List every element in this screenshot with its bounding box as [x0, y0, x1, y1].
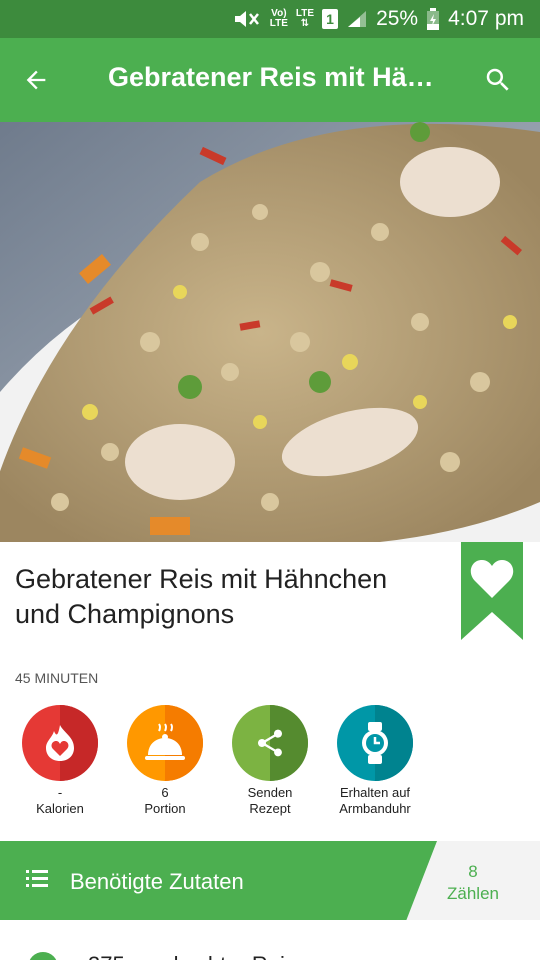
portion-label: Portion: [144, 801, 186, 816]
watch-circle[interactable]: [337, 705, 413, 781]
signal-icon: [346, 9, 368, 29]
flame-heart-icon: [46, 725, 74, 761]
recipe-time: 45 MINUTEN: [15, 670, 99, 686]
watch-value: Erhalten auf: [339, 785, 411, 800]
ingredients-label: Benötigte Zutaten: [70, 869, 244, 894]
action-row: - Kalorien 6 Portion Senden Rezept Erhal…: [0, 705, 540, 825]
search-icon: [486, 68, 509, 91]
status-bar: Vo) LTE LTE ⇅ 1 25% 4:07 pm: [0, 0, 540, 38]
lte-arrows: ⇅: [300, 18, 310, 29]
calories-action[interactable]: - Kalorien: [5, 705, 115, 817]
ingredients-count-label: Zählen: [447, 884, 499, 903]
watch-action[interactable]: Erhalten auf Armbanduhr: [320, 705, 430, 817]
portion-circle[interactable]: [127, 705, 203, 781]
calories-label: Kalorien: [36, 801, 84, 816]
ingredient-text: 375 g gekochter Reis: [88, 952, 296, 960]
calories-value: -: [57, 785, 63, 800]
lte-icon: LTE ⇅: [296, 9, 314, 29]
ingredient-bullet-icon: [28, 952, 58, 960]
sim-slot: 1: [322, 9, 339, 29]
ingredients-count-value: 8: [468, 862, 478, 881]
battery-percent: 25%: [376, 7, 419, 30]
recipe-title: Gebratener Reis mit Hähnchen und Champig…: [15, 564, 388, 629]
clock: 4:07 pm: [448, 7, 524, 30]
share-label: Rezept: [249, 801, 291, 816]
portion-value: 6: [161, 785, 169, 800]
cloche-icon: [145, 723, 185, 760]
arrow-back-icon: [26, 70, 46, 90]
volte-icon: Vo) LTE: [270, 9, 288, 29]
status-icons: Vo) LTE LTE ⇅ 1 25% 4:07 pm: [232, 0, 524, 38]
app-bar: Gebratener Reis mit Hähnchen und Champig…: [0, 38, 540, 122]
recipe-image: [0, 122, 540, 542]
search-button[interactable]: [476, 58, 520, 102]
list-icon: [26, 870, 48, 887]
share-action[interactable]: Senden Rezept: [215, 705, 325, 817]
share-circle[interactable]: [232, 705, 308, 781]
back-button[interactable]: [14, 58, 58, 102]
watch-label: Armbanduhr: [339, 801, 411, 816]
page-title: Gebratener Reis mit Hähnchen und Champig…: [108, 62, 448, 92]
ingredient-item[interactable]: 375 g gekochter Reis: [0, 920, 540, 960]
favorite-button[interactable]: [461, 542, 523, 640]
sim-icon: 1: [322, 9, 339, 29]
share-value: Senden: [247, 785, 293, 800]
battery-icon: [426, 8, 440, 30]
mute-icon: [232, 8, 262, 30]
portion-action[interactable]: 6 Portion: [110, 705, 220, 817]
watch-icon: [362, 722, 388, 764]
ingredients-header[interactable]: Benötigte Zutaten 8 Zählen: [0, 841, 540, 920]
volte-bottom-label: LTE: [269, 18, 288, 29]
calories-circle[interactable]: [22, 705, 98, 781]
share-icon: [258, 729, 282, 757]
ingredients-count: 8 Zählen: [440, 861, 506, 905]
